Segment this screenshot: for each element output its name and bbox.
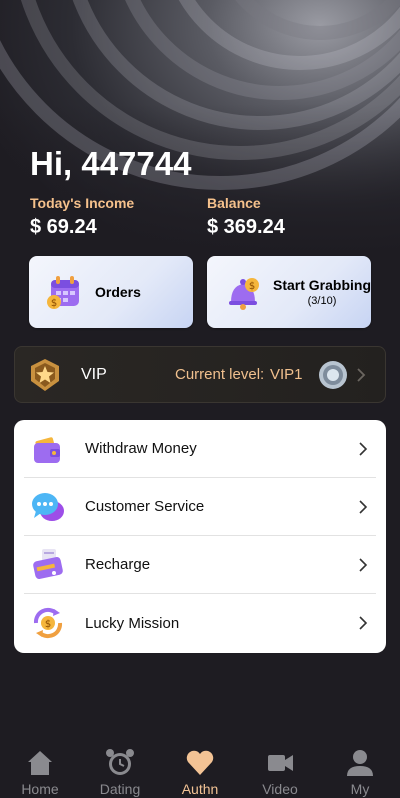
svg-text:$: $ — [51, 298, 57, 309]
chevron-right-icon — [359, 499, 368, 514]
balance-value: $ 369.24 — [207, 216, 285, 238]
tab-label: My — [350, 781, 370, 797]
heart-icon — [185, 748, 215, 778]
vip-level-badge-icon — [317, 359, 349, 391]
bottom-tab-bar: Home Dating Authn Video My — [0, 740, 400, 798]
vip-star-badge-icon — [27, 357, 63, 393]
menu-item-recharge[interactable]: Recharge — [24, 536, 376, 594]
menu-item-lucky-mission[interactable]: $ Lucky Mission — [24, 594, 376, 652]
menu-list: Withdraw Money Customer Service Recharge… — [14, 420, 386, 653]
today-income-label: Today's Income — [30, 195, 135, 211]
video-camera-icon — [265, 748, 295, 778]
alarm-clock-icon — [105, 748, 135, 778]
calendar-coin-icon: $ — [45, 272, 85, 312]
menu-item-label: Recharge — [85, 556, 151, 573]
menu-item-label: Lucky Mission — [85, 614, 180, 632]
tab-authn[interactable]: Authn — [160, 740, 240, 798]
wallet-icon — [28, 429, 68, 469]
start-grabbing-button[interactable]: $ Start Grabbing (3/10) — [207, 256, 371, 328]
tab-home[interactable]: Home — [0, 740, 80, 798]
menu-item-customer-service[interactable]: Customer Service — [24, 478, 376, 536]
tab-label: Authn — [181, 781, 219, 797]
person-icon — [345, 748, 375, 778]
vip-label: VIP — [81, 365, 107, 383]
home-icon — [25, 748, 55, 778]
svg-text:$: $ — [45, 619, 51, 630]
tab-label: Dating — [99, 781, 141, 797]
tab-label: Home — [21, 781, 59, 797]
orders-button[interactable]: $ Orders — [29, 256, 193, 328]
coin-cycle-icon: $ — [28, 603, 68, 643]
card-terminal-icon — [28, 545, 68, 585]
menu-item-withdraw-money[interactable]: Withdraw Money — [24, 420, 376, 478]
grab-progress: (3/10) — [307, 295, 337, 307]
current-level-label: Current level: — [175, 366, 265, 383]
start-grabbing-label: Start Grabbing — [273, 277, 372, 293]
today-income-value: $ 69.24 — [30, 216, 97, 238]
tab-label: Video — [262, 781, 298, 797]
menu-item-label: Withdraw Money — [85, 440, 197, 457]
chat-bubbles-icon — [28, 487, 68, 527]
tab-dating[interactable]: Dating — [80, 740, 160, 798]
orders-label: Orders — [95, 284, 141, 300]
current-level-value: VIP1 — [270, 366, 303, 383]
chevron-right-icon — [355, 368, 367, 382]
menu-item-label: Customer Service — [85, 498, 205, 515]
chevron-right-icon — [359, 557, 368, 572]
tab-video[interactable]: Video — [240, 740, 320, 798]
greeting-title: Hi, 447744 — [30, 145, 192, 182]
balance-label: Balance — [207, 195, 261, 211]
bell-coin-icon: $ — [223, 272, 263, 312]
tab-my[interactable]: My — [320, 740, 400, 798]
chevron-right-icon — [359, 441, 368, 456]
svg-text:$: $ — [249, 281, 255, 292]
vip-bar[interactable]: VIP Current level: VIP1 — [14, 346, 386, 403]
chevron-right-icon — [359, 616, 368, 630]
